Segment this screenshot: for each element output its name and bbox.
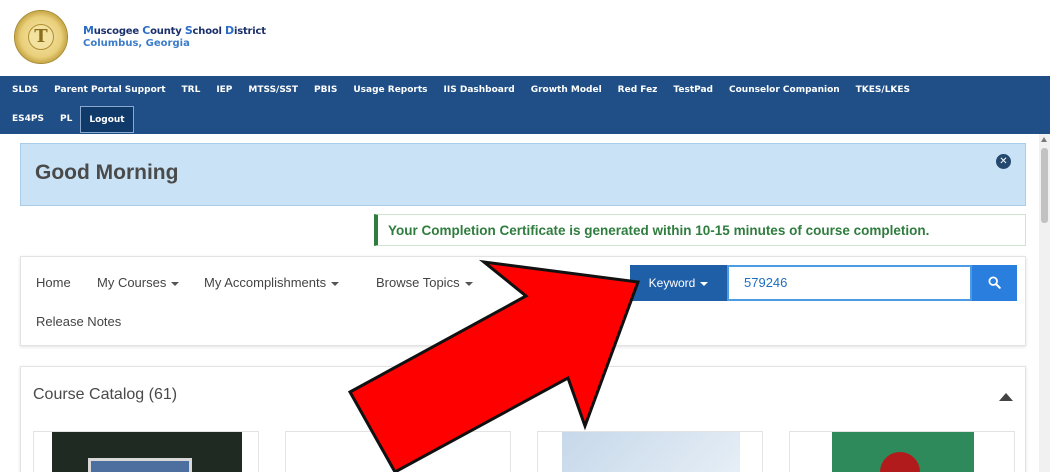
- course-card[interactable]: [285, 431, 511, 472]
- course-card[interactable]: [537, 431, 763, 472]
- page-scrollbar[interactable]: [1039, 134, 1050, 472]
- chevron-down-icon: [700, 281, 709, 286]
- nav-growth-model[interactable]: Growth Model: [523, 77, 610, 104]
- nav-iis-dashboard[interactable]: IIS Dashboard: [436, 77, 523, 104]
- greeting-banner: Good Morning ✕: [20, 143, 1026, 206]
- certificate-notice: Your Completion Certificate is generated…: [374, 214, 1026, 246]
- nav-row-2: ES4PS PL Logout: [8, 106, 134, 133]
- district-name: Muscogee County School District: [83, 24, 266, 37]
- chevron-down-icon: [331, 281, 340, 286]
- catalog-title: Course Catalog (61): [33, 386, 178, 403]
- district-seal-logo[interactable]: T: [14, 10, 68, 64]
- menu-my-accomplishments[interactable]: My Accomplishments: [204, 275, 340, 290]
- district-city: Columbus, Georgia: [83, 38, 190, 49]
- course-thumbnail: [52, 432, 242, 472]
- chevron-down-icon: [171, 281, 180, 286]
- course-menu-panel: Home My Courses My Accomplishments Brows…: [20, 256, 1026, 346]
- course-thumbnail: [832, 432, 974, 472]
- nav-testpad[interactable]: TestPad: [665, 77, 721, 104]
- scroll-up-arrow-icon[interactable]: [1041, 137, 1047, 142]
- keyword-label: Keyword: [648, 276, 696, 290]
- chevron-down-icon: [464, 281, 473, 286]
- nav-row-1: SLDS Parent Portal Support TRL IEP MTSS/…: [8, 77, 918, 104]
- menu-my-accomplishments-label: My Accomplishments: [204, 275, 327, 290]
- nav-logout[interactable]: Logout: [80, 106, 134, 133]
- nav-red-fez[interactable]: Red Fez: [610, 77, 666, 104]
- search-button[interactable]: [972, 265, 1017, 301]
- course-card[interactable]: [789, 431, 1015, 472]
- nav-pl[interactable]: PL: [52, 106, 80, 133]
- nav-slds[interactable]: SLDS: [8, 77, 46, 104]
- search-input[interactable]: 579246: [727, 265, 972, 301]
- nav-tkes-lkes[interactable]: TKES/LKES: [848, 77, 918, 104]
- course-card[interactable]: [33, 431, 259, 472]
- nav-counselor-companion[interactable]: Counselor Companion: [721, 77, 848, 104]
- nav-usage-reports[interactable]: Usage Reports: [345, 77, 435, 104]
- seal-emblem: T: [28, 24, 54, 50]
- close-circle-icon[interactable]: ✕: [996, 154, 1011, 169]
- nav-pbis[interactable]: PBIS: [306, 77, 345, 104]
- menu-browse-topics-label: Browse Topics: [376, 275, 460, 290]
- nav-parent-portal-support[interactable]: Parent Portal Support: [46, 77, 173, 104]
- menu-release-notes[interactable]: Release Notes: [36, 314, 121, 329]
- menu-browse-topics[interactable]: Browse Topics: [376, 275, 473, 290]
- scrollbar-thumb[interactable]: [1041, 148, 1048, 223]
- site-header: T Muscogee County School District Columb…: [0, 0, 1050, 76]
- menu-my-courses[interactable]: My Courses: [97, 275, 180, 290]
- nav-mtss-sst[interactable]: MTSS/SST: [240, 77, 306, 104]
- top-nav: SLDS Parent Portal Support TRL IEP MTSS/…: [0, 76, 1050, 134]
- menu-home[interactable]: Home: [36, 275, 71, 290]
- search-icon: [988, 276, 1001, 289]
- menu-my-courses-label: My Courses: [97, 275, 167, 290]
- caret-up-icon[interactable]: [999, 393, 1013, 401]
- keyword-dropdown-button[interactable]: Keyword: [630, 265, 727, 301]
- certificate-message: Your Completion Certificate is generated…: [388, 223, 930, 238]
- course-thumbnail: [562, 432, 740, 472]
- nav-es4ps[interactable]: ES4PS: [8, 106, 52, 133]
- course-catalog-panel: Course Catalog (61): [20, 366, 1026, 472]
- greeting-text: Good Morning: [35, 161, 179, 184]
- nav-trl[interactable]: TRL: [174, 77, 209, 104]
- course-thumbnail: [346, 432, 456, 472]
- nav-iep[interactable]: IEP: [208, 77, 240, 104]
